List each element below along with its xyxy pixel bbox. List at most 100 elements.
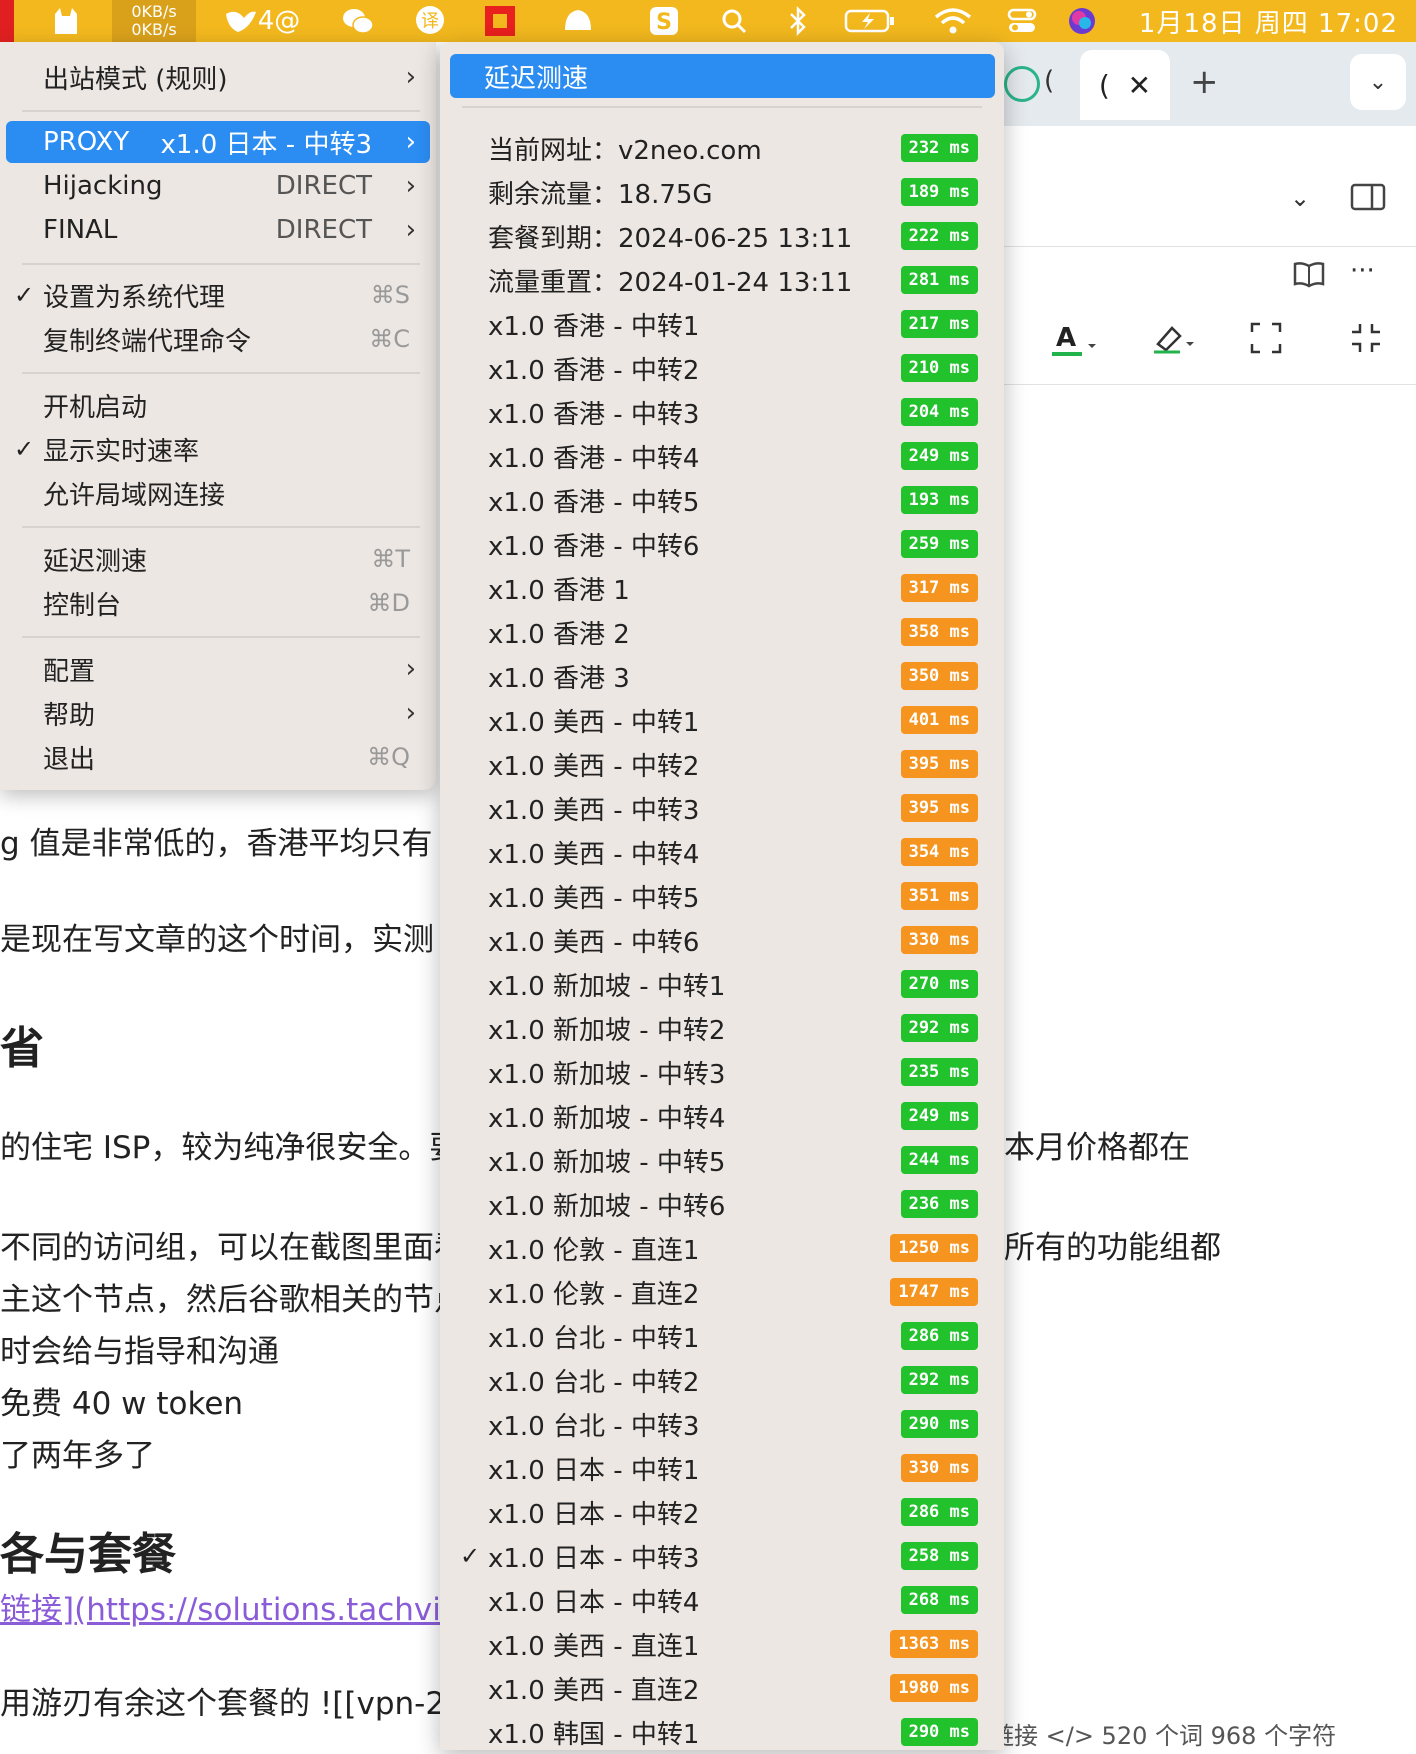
more-icon[interactable]: ··· <box>1350 256 1375 286</box>
app-icon-red[interactable] <box>0 0 14 42</box>
proxy-node-item[interactable]: x1.0 美西 - 中转5 351 ms <box>440 874 1004 918</box>
tab-loading-icon[interactable]: ( <box>1044 66 1054 96</box>
proxy-node-item[interactable]: x1.0 伦敦 - 直连1 1250 ms <box>440 1226 1004 1270</box>
menu-item-label: PROXY <box>43 127 130 157</box>
latency-badge: 290 ms <box>900 1718 978 1746</box>
menu-copy-terminal-command[interactable]: 复制终端代理命令 ⌘C <box>6 318 430 360</box>
doc-line: 时会给与指导和沟通 <box>0 1334 279 1370</box>
proxy-node-item[interactable]: x1.0 香港 - 中转3 204 ms <box>440 390 1004 434</box>
wifi-icon[interactable] <box>928 0 978 42</box>
doc-line: 是现在写文章的这个时间，实测 <box>0 922 434 958</box>
latency-test-button[interactable]: 延迟测速 <box>450 54 995 98</box>
proxy-node-item[interactable]: x1.0 香港 - 中转5 193 ms <box>440 478 1004 522</box>
tab-active[interactable]: ( ✕ <box>1080 50 1170 120</box>
proxy-node-item[interactable]: x1.0 美西 - 直连2 1980 ms <box>440 1666 1004 1710</box>
proxy-node-item[interactable]: x1.0 日本 - 中转4 268 ms <box>440 1578 1004 1622</box>
proxy-node-item[interactable]: x1.0 台北 - 中转3 290 ms <box>440 1402 1004 1446</box>
proxy-node-item[interactable]: x1.0 日本 - 中转1 330 ms <box>440 1446 1004 1490</box>
menu-item-label: 配置 <box>43 656 96 687</box>
close-tab-icon[interactable]: ✕ <box>1128 69 1151 102</box>
red-app-icon[interactable] <box>480 0 520 42</box>
menu-item-label: 出站模式 (规则) <box>43 64 228 95</box>
menu-latency-test[interactable]: 延迟测速 ⌘T <box>6 538 430 580</box>
proxy-node-item[interactable]: x1.0 伦敦 - 直连2 1747 ms <box>440 1270 1004 1314</box>
chatgpt-icon[interactable] <box>1004 66 1040 102</box>
chevron-down-icon[interactable]: ⌄ <box>1290 184 1310 212</box>
proxy-node-item[interactable]: x1.0 韩国 - 中转1 290 ms <box>440 1710 1004 1754</box>
s-app-icon[interactable]: S <box>644 0 684 42</box>
exit-fullscreen-icon[interactable] <box>1350 322 1382 362</box>
proxy-node-item[interactable]: x1.0 美西 - 中转6 330 ms <box>440 918 1004 962</box>
reader-mode-icon[interactable] <box>1292 260 1326 296</box>
proxy-node-item[interactable]: 流量重置：2024-01-24 13:11 281 ms <box>440 258 1004 302</box>
siri-icon[interactable] <box>1062 0 1102 42</box>
proxy-node-item[interactable]: x1.0 美西 - 中转3 395 ms <box>440 786 1004 830</box>
proxy-node-item[interactable]: x1.0 香港 2 358 ms <box>440 610 1004 654</box>
search-icon[interactable] <box>714 0 754 42</box>
proxy-node-label: x1.0 新加坡 - 中转2 <box>488 1015 726 1046</box>
menu-item-value: DIRECT <box>275 171 372 201</box>
proxy-node-item[interactable]: 套餐到期：2024-06-25 13:11 222 ms <box>440 214 1004 258</box>
proxy-node-item[interactable]: x1.0 香港 3 350 ms <box>440 654 1004 698</box>
doc-line: 本月价格都在 <box>1004 1130 1190 1166</box>
chevron-right-icon: › <box>405 215 416 245</box>
wechat-icon[interactable] <box>336 0 380 42</box>
tab-list-chevron-icon[interactable]: ⌄ <box>1350 54 1406 110</box>
battery-icon[interactable] <box>840 0 900 42</box>
proxy-node-item[interactable]: x1.0 新加坡 - 中转4 249 ms <box>440 1094 1004 1138</box>
proxy-node-item[interactable]: x1.0 新加坡 - 中转1 270 ms <box>440 962 1004 1006</box>
menu-show-speed[interactable]: ✓ 显示实时速率 <box>6 428 430 470</box>
doc-link[interactable]: 链接](https://solutions.tachvip. <box>0 1584 470 1629</box>
proxy-node-label: x1.0 台北 - 中转1 <box>488 1323 700 1354</box>
proxy-node-item[interactable]: x1.0 香港 - 中转4 249 ms <box>440 434 1004 478</box>
menu-shortcut: ⌘Q <box>367 743 410 771</box>
proxy-node-item[interactable]: x1.0 香港 - 中转6 259 ms <box>440 522 1004 566</box>
menubar-clock[interactable]: 1月18日 周四 17:02 <box>1139 0 1398 42</box>
cat-icon[interactable] <box>46 0 86 42</box>
latency-badge: 292 ms <box>900 1366 978 1394</box>
proxy-node-item[interactable]: x1.0 香港 - 中转2 210 ms <box>440 346 1004 390</box>
menu-set-system-proxy[interactable]: ✓ 设置为系统代理 ⌘S <box>6 274 430 316</box>
control-center-icon[interactable] <box>1000 0 1044 42</box>
proxy-node-item[interactable]: x1.0 新加坡 - 中转5 244 ms <box>440 1138 1004 1182</box>
proxy-node-item[interactable]: x1.0 台北 - 中转2 292 ms <box>440 1358 1004 1402</box>
proxy-node-item[interactable]: x1.0 美西 - 直连1 1363 ms <box>440 1622 1004 1666</box>
proxy-node-label: x1.0 美西 - 直连1 <box>488 1631 700 1662</box>
proxy-node-item[interactable]: x1.0 美西 - 中转1 401 ms <box>440 698 1004 742</box>
menu-dashboard[interactable]: 控制台 ⌘D <box>6 582 430 624</box>
proxy-node-item[interactable]: 剩余流量：18.75G 189 ms <box>440 170 1004 214</box>
latency-badge: 1363 ms <box>890 1630 978 1658</box>
menu-config[interactable]: 配置 › <box>6 648 430 690</box>
proxy-node-item[interactable]: x1.0 新加坡 - 中转2 292 ms <box>440 1006 1004 1050</box>
bluetooth-icon[interactable] <box>778 0 818 42</box>
cloud-icon[interactable] <box>556 0 600 42</box>
font-color-icon[interactable]: A <box>1050 322 1096 366</box>
menu-quit[interactable]: 退出 ⌘Q <box>6 736 430 778</box>
sidebar-toggle-icon[interactable] <box>1350 182 1386 220</box>
editor-toolbar: A <box>1000 300 1416 385</box>
proxy-node-item[interactable]: x1.0 台北 - 中转1 286 ms <box>440 1314 1004 1358</box>
mail-status[interactable]: 4@ <box>212 0 312 42</box>
proxy-node-item[interactable]: ✓ x1.0 日本 - 中转3 258 ms <box>440 1534 1004 1578</box>
menu-help[interactable]: 帮助 › <box>6 692 430 734</box>
fullscreen-icon[interactable] <box>1250 322 1282 362</box>
menu-allow-lan[interactable]: 允许局域网连接 <box>6 472 430 514</box>
menu-launch-at-login[interactable]: 开机启动 <box>6 384 430 426</box>
proxy-node-item[interactable]: x1.0 新加坡 - 中转6 236 ms <box>440 1182 1004 1226</box>
new-tab-icon[interactable]: + <box>1190 62 1219 102</box>
menu-proxy-group[interactable]: PROXY x1.0 日本 - 中转3 › <box>6 121 430 163</box>
proxy-node-item[interactable]: x1.0 新加坡 - 中转3 235 ms <box>440 1050 1004 1094</box>
network-speed[interactable]: 0KB/s 0KB/s <box>112 0 196 42</box>
proxy-node-item[interactable]: x1.0 美西 - 中转4 354 ms <box>440 830 1004 874</box>
menu-hijacking-group[interactable]: Hijacking DIRECT › <box>6 165 430 207</box>
highlighter-icon[interactable] <box>1150 320 1194 364</box>
translate-icon[interactable]: 译 <box>408 0 452 42</box>
proxy-node-item[interactable]: x1.0 香港 1 317 ms <box>440 566 1004 610</box>
latency-badge: 268 ms <box>900 1586 978 1614</box>
menu-final-group[interactable]: FINAL DIRECT › <box>6 209 430 251</box>
proxy-node-item[interactable]: x1.0 香港 - 中转1 217 ms <box>440 302 1004 346</box>
proxy-node-item[interactable]: 当前网址：v2neo.com 232 ms <box>440 126 1004 170</box>
proxy-node-item[interactable]: x1.0 日本 - 中转2 286 ms <box>440 1490 1004 1534</box>
menu-outbound-mode[interactable]: 出站模式 (规则) › <box>6 56 430 98</box>
proxy-node-item[interactable]: x1.0 美西 - 中转2 395 ms <box>440 742 1004 786</box>
